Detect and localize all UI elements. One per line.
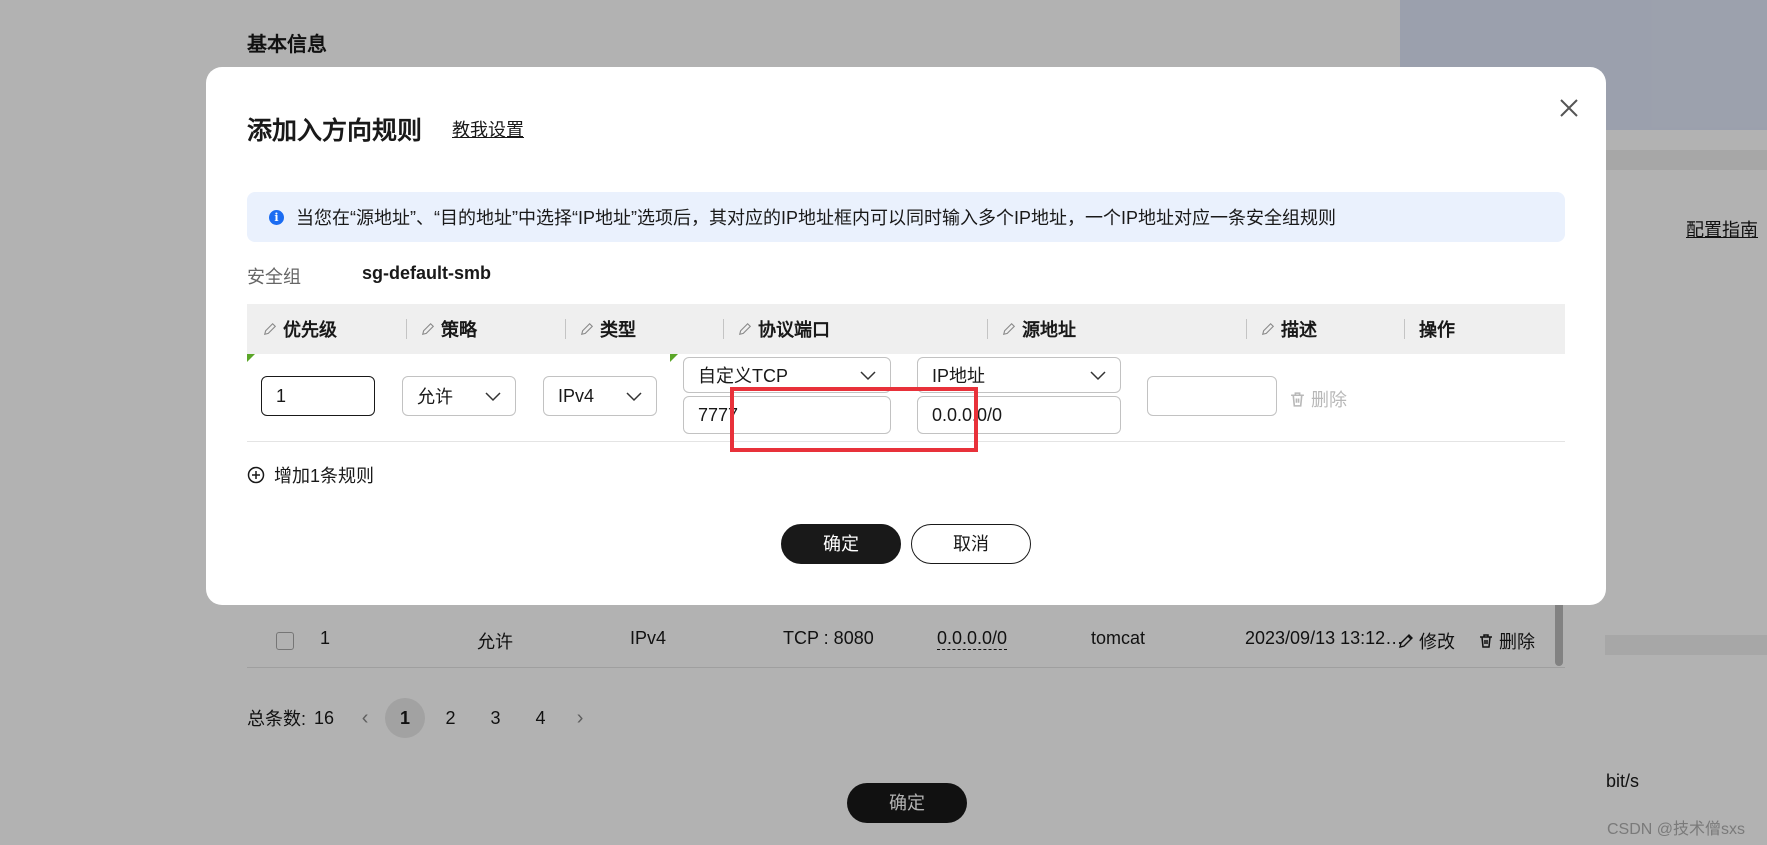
chevron-down-icon bbox=[626, 392, 642, 402]
port-highlight-box bbox=[730, 387, 978, 452]
pencil-icon bbox=[738, 322, 752, 336]
policy-select[interactable]: 允许 bbox=[402, 376, 516, 416]
column-header-source: 源地址 bbox=[1002, 304, 1076, 354]
edited-marker bbox=[670, 354, 678, 362]
column-label: 描述 bbox=[1281, 320, 1317, 340]
info-icon: i bbox=[269, 209, 284, 225]
dialog-title: 添加入方向规则 bbox=[247, 117, 423, 145]
column-label: 协议端口 bbox=[758, 320, 830, 340]
protocol-value: 自定义TCP bbox=[698, 366, 788, 386]
chevron-down-icon bbox=[485, 392, 501, 402]
column-divider bbox=[406, 319, 407, 339]
cancel-button[interactable]: 取消 bbox=[911, 524, 1031, 564]
column-label: 类型 bbox=[600, 320, 636, 340]
trash-icon bbox=[1291, 391, 1304, 407]
close-icon[interactable] bbox=[1554, 93, 1584, 123]
security-group-value: sg-default-smb bbox=[362, 263, 492, 283]
column-header-type: 类型 bbox=[580, 304, 636, 354]
column-header-policy: 策略 bbox=[421, 304, 477, 354]
priority-input[interactable]: 1 bbox=[261, 376, 375, 416]
info-banner: i 当您在“源地址”、“目的地址”中选择“IP地址”选项后，其对应的IP地址框内… bbox=[247, 192, 1565, 242]
type-value: IPv4 bbox=[558, 385, 595, 406]
info-text: 当您在“源地址”、“目的地址”中选择“IP地址”选项后，其对应的IP地址框内可以… bbox=[296, 208, 1336, 228]
column-header-priority: 优先级 bbox=[263, 304, 337, 354]
watermark: CSDN @技术僧sxs bbox=[1607, 821, 1746, 838]
chevron-down-icon bbox=[860, 371, 876, 381]
delete-rule-button[interactable]: 删除 bbox=[1289, 386, 1347, 412]
add-rule-label: 增加1条规则 bbox=[274, 466, 375, 486]
column-label: 优先级 bbox=[283, 320, 337, 340]
delete-rule-label: 删除 bbox=[1311, 390, 1347, 410]
source-type-value: IP地址 bbox=[932, 366, 986, 386]
policy-value: 允许 bbox=[417, 387, 453, 407]
column-label: 策略 bbox=[441, 320, 477, 340]
plus-circle-icon bbox=[247, 466, 265, 484]
column-label: 操作 bbox=[1419, 320, 1455, 340]
help-link[interactable]: 教我设置 bbox=[452, 116, 524, 142]
edited-marker bbox=[247, 354, 255, 362]
pencil-icon bbox=[263, 322, 277, 336]
confirm-button[interactable]: 确定 bbox=[781, 524, 901, 564]
priority-value: 1 bbox=[276, 385, 287, 406]
security-group-label: 安全组 bbox=[247, 267, 301, 287]
column-divider bbox=[565, 319, 566, 339]
column-header-actions: 操作 bbox=[1419, 304, 1455, 354]
column-label: 源地址 bbox=[1022, 320, 1076, 340]
column-divider bbox=[1404, 319, 1405, 339]
add-rule-button[interactable]: 增加1条规则 bbox=[247, 462, 374, 488]
column-divider bbox=[723, 319, 724, 339]
pencil-icon bbox=[421, 322, 435, 336]
rule-table-header: 优先级 策略 类型 协议端口 源地址 描述 操作 bbox=[247, 304, 1565, 354]
chevron-down-icon bbox=[1090, 371, 1106, 381]
type-select[interactable]: IPv4 bbox=[543, 376, 657, 416]
column-divider bbox=[1246, 319, 1247, 339]
column-divider bbox=[987, 319, 988, 339]
pencil-icon bbox=[580, 322, 594, 336]
column-header-description: 描述 bbox=[1261, 304, 1317, 354]
add-inbound-rule-dialog: 添加入方向规则 教我设置 i 当您在“源地址”、“目的地址”中选择“IP地址”选… bbox=[206, 67, 1606, 605]
pencil-icon bbox=[1002, 322, 1016, 336]
pencil-icon bbox=[1261, 322, 1275, 336]
description-input[interactable] bbox=[1147, 376, 1277, 416]
column-header-protocol-port: 协议端口 bbox=[738, 304, 830, 354]
